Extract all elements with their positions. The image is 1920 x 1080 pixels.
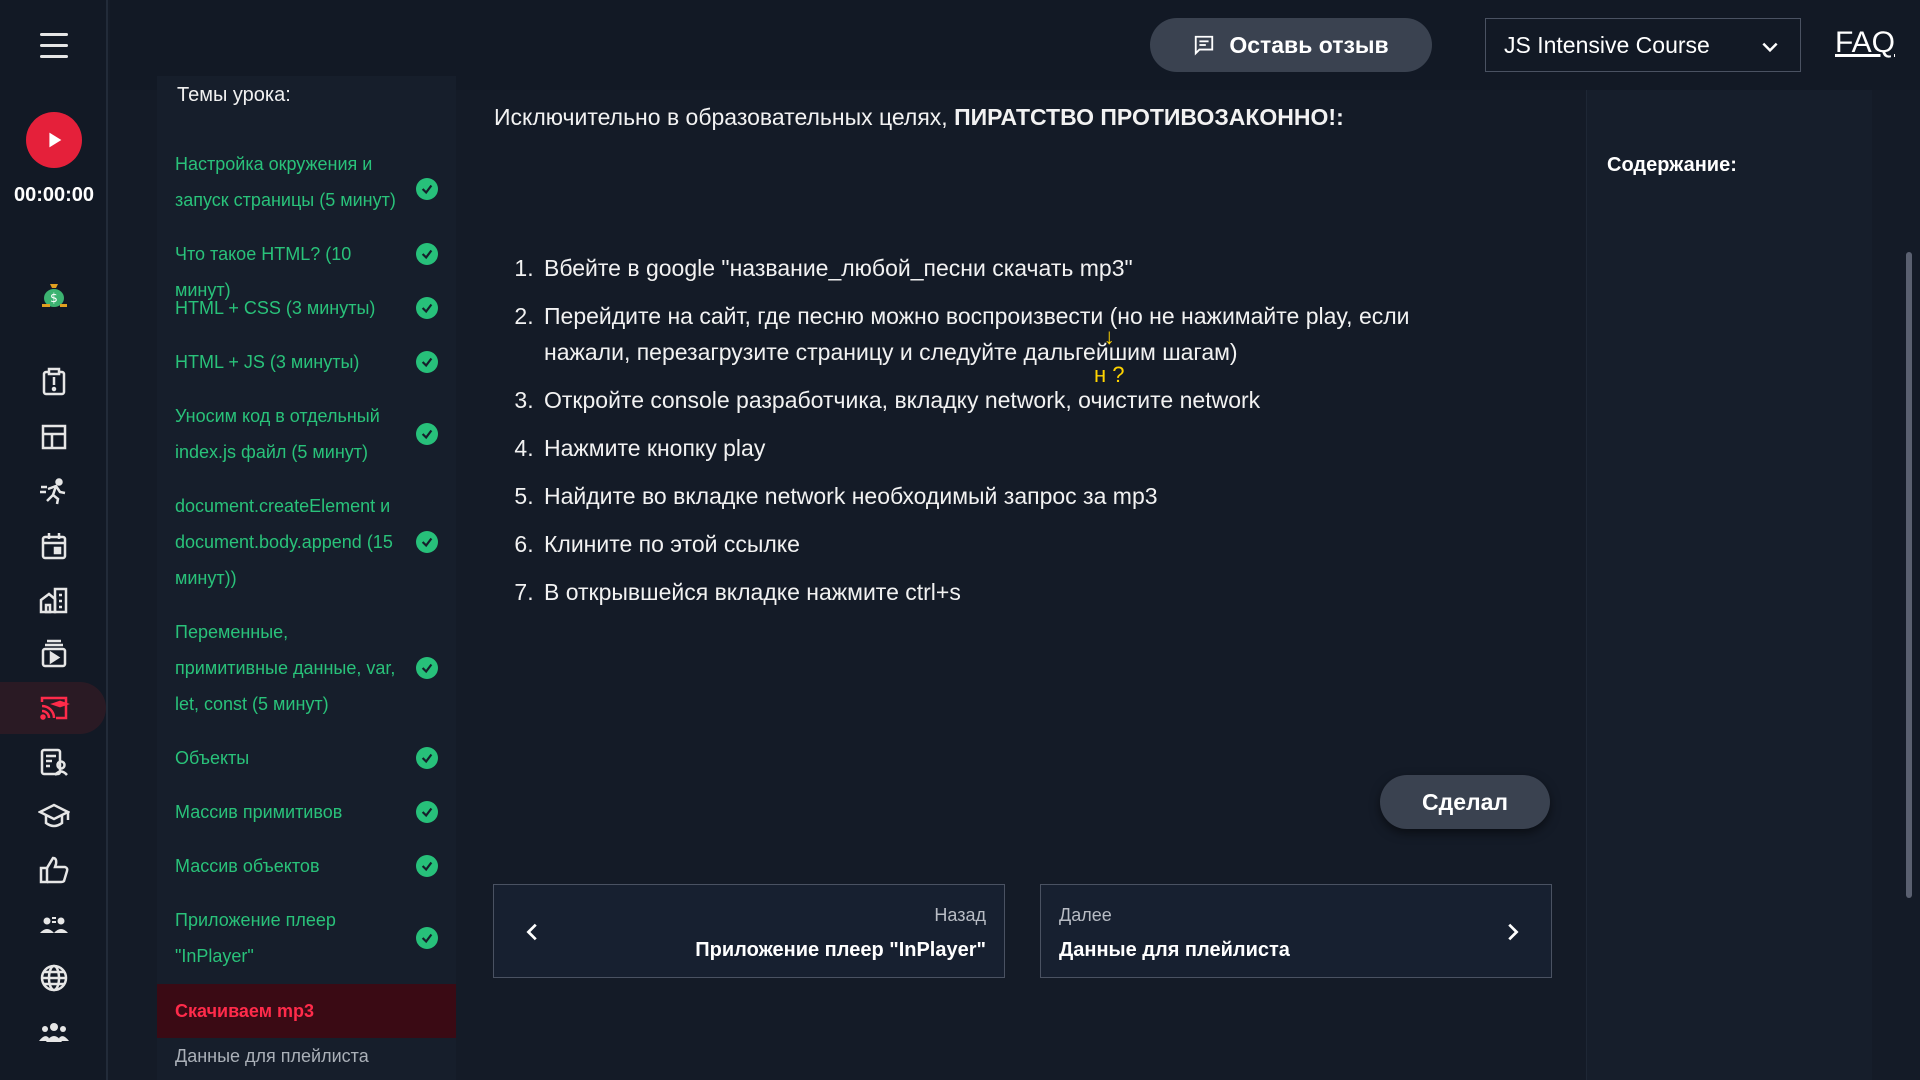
runner-icon[interactable] [36,473,72,509]
calendar-icon[interactable] [36,528,72,564]
faq-link[interactable]: FAQ [1835,26,1895,60]
lesson-content: Исключительно в образовательных целях, П… [458,90,1586,1080]
step-item: Клините по этой ссылке [540,526,1496,562]
city-icon[interactable] [36,582,72,618]
lesson-item[interactable]: Уносим код в отдельный index.js файл (5 … [157,398,456,470]
dashboard-icon[interactable] [36,419,72,455]
next-lesson-button[interactable]: Далее Данные для плейлиста [1040,884,1552,978]
lesson-item[interactable]: Объекты [157,740,456,776]
next-label: Далее [1059,905,1112,925]
globe-icon[interactable] [36,960,72,996]
step-item: Вбейте в google "название_любой_песни ск… [540,250,1496,286]
lesson-item[interactable]: Настройка окружения и запуск страницы (5… [157,146,456,218]
school-cap-icon[interactable] [36,798,72,834]
scrollbar[interactable] [1906,252,1912,898]
lesson-item-active[interactable]: Скачиваем mp3 [157,984,456,1038]
course-select-value: JS Intensive Course [1504,31,1710,58]
lesson-item[interactable]: HTML + CSS (3 минуты) [157,290,456,326]
steps-list: Вбейте в google "название_любой_песни ск… [516,250,1496,622]
lesson-item[interactable]: HTML + JS (3 минуты) [157,344,456,380]
lesson-item[interactable]: document.createElement и document.body.a… [157,488,456,596]
check-circle-icon [416,351,438,373]
lesson-item[interactable]: Приложение плеер "InPlayer" [157,902,456,974]
lesson-label: Массив объектов [175,856,320,876]
clipboard-alert-icon[interactable] [36,364,72,400]
group-talk-icon[interactable] [36,906,72,942]
step-item: В открывшейся вкладке нажмите ctrl+s [540,574,1496,610]
lesson-label: Скачиваем mp3 [175,1001,315,1021]
step-item: Найдите во вкладке network необходимый з… [540,478,1496,514]
svg-text:$: $ [50,291,58,305]
check-circle-icon [416,297,438,319]
left-rail: 00:00:00 $ [0,0,108,1080]
prev-lesson-button[interactable]: Назад Приложение плеер "InPlayer" [493,884,1005,978]
lesson-label: Переменные, примитивные данные, var, let… [175,622,396,714]
step-item: Нажмите кнопку play [540,430,1496,466]
check-circle-icon [416,531,438,553]
toc-title: Содержание: [1607,154,1737,176]
disclaimer-bold: ПИРАТСТВО ПРОТИВОЗАКОННО!: [954,104,1344,130]
prev-label: Назад [934,905,986,925]
video-library-icon[interactable] [36,636,72,672]
course-select[interactable]: JS Intensive Course [1485,18,1801,72]
step-item: Откройте console разработчика, вкладку n… [540,382,1496,418]
lesson-label: Массив примитивов [175,802,343,822]
chevron-left-icon [526,923,537,941]
menu-icon[interactable] [0,28,108,62]
people-icon[interactable] [36,1014,72,1050]
lesson-label: Настройка окружения и запуск страницы (5… [175,154,396,210]
check-circle-icon [416,801,438,823]
lesson-item[interactable]: Массив объектов [157,848,456,884]
typo-annotation: ↓ н ? [1094,326,1125,386]
disclaimer-prefix: Исключительно в образовательных целях, [494,104,955,130]
prev-title: Приложение плеер "InPlayer" [695,939,986,961]
money-bag-icon[interactable]: $ [36,276,72,312]
check-circle-icon [416,657,438,679]
toc-panel: Содержание: [1586,90,1872,1080]
check-circle-icon [416,243,438,265]
lesson-label: Уносим код в отдельный index.js файл (5 … [175,406,380,462]
check-circle-icon [416,747,438,769]
lesson-label: Приложение плеер "InPlayer" [175,910,336,966]
step-item: Перейдите на сайт, где песню можно воспр… [540,298,1496,370]
lessons-title: Темы урока: [177,84,291,106]
lesson-label: Данные для плейлиста [175,1046,369,1066]
lesson-label: HTML + JS (3 минуты) [175,352,360,372]
cast-education-icon[interactable] [36,690,72,726]
annotation-arrow: ↓ [1103,324,1115,349]
annotation-text: н ? [1094,362,1125,387]
timer-display: 00:00:00 [13,184,95,206]
lesson-label: Объекты [175,748,250,768]
lessons-panel: Темы урока: Настройка окружения и запуск… [157,76,456,1080]
disclaimer-text: Исключительно в образовательных целях, П… [494,104,1344,131]
comment-icon [1195,35,1214,56]
chevron-right-icon [1508,923,1519,941]
report-person-icon[interactable] [36,744,72,780]
done-button[interactable]: Сделал [1380,775,1550,829]
lesson-item[interactable]: Массив примитивов [157,794,456,830]
lesson-label: HTML + CSS (3 минуты) [175,298,376,318]
next-title: Данные для плейлиста [1059,939,1290,961]
feedback-button[interactable]: Оставь отзыв [1150,18,1432,72]
check-circle-icon [416,423,438,445]
feedback-button-label: Оставь отзыв [1229,31,1389,58]
lesson-item[interactable]: Переменные, примитивные данные, var, let… [157,614,456,722]
thumb-up-icon[interactable] [36,852,72,888]
play-timer-button[interactable] [26,112,82,168]
check-circle-icon [416,855,438,877]
check-circle-icon [416,178,438,200]
lesson-item[interactable]: Данные для плейлиста [157,1038,456,1074]
play-icon [49,132,62,148]
chevron-down-icon [1762,42,1778,53]
check-circle-icon [416,927,438,949]
lesson-label: document.createElement и document.body.a… [175,496,393,588]
